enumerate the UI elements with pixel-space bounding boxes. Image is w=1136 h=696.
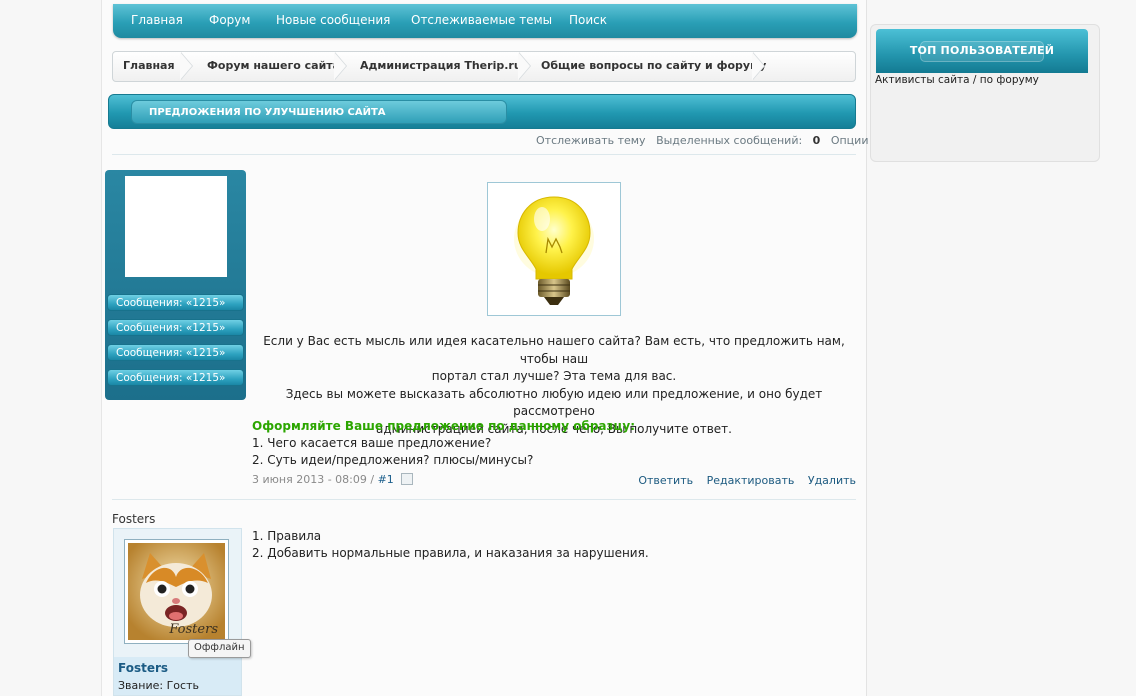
- post-meta: 3 июня 2013 - 08:09 / #1: [252, 473, 414, 486]
- post-author-panel: Сообщения: «1215» Сообщения: «1215» Сооб…: [105, 170, 246, 400]
- avatar[interactable]: [125, 176, 227, 277]
- reply-button[interactable]: Ответить: [638, 474, 693, 487]
- select-post-checkbox[interactable]: [401, 473, 414, 485]
- user-stat[interactable]: Сообщения: «1215»: [107, 294, 244, 311]
- template-heading: Оформляйте Ваше предложение по данному о…: [252, 419, 636, 433]
- nav-followed-topics[interactable]: Отслеживаемые темы: [411, 13, 552, 27]
- topic-header: ПРЕДЛОЖЕНИЯ ПО УЛУЧШЕНИЮ САЙТА: [108, 94, 856, 129]
- left-margin: [0, 0, 102, 696]
- post-number-link[interactable]: #1: [378, 473, 394, 486]
- nav-home[interactable]: Главная: [131, 13, 183, 27]
- breadcrumb-separator: [334, 52, 349, 81]
- post-date: 3 июня 2013 - 08:09 /: [252, 473, 375, 486]
- selected-messages-label: Выделенных сообщений:: [656, 134, 803, 147]
- avatar-caption: Fosters: [169, 622, 218, 637]
- selected-messages[interactable]: Выделенных сообщений: 0: [656, 134, 820, 147]
- topic-title: ПРЕДЛОЖЕНИЯ ПО УЛУЧШЕНИЮ САЙТА: [149, 107, 386, 118]
- breadcrumb-administration[interactable]: Администрация Therip.ru: [360, 59, 522, 72]
- post-text-line: портал стал лучше? Эта тема для вас.: [431, 369, 677, 383]
- lightbulb-image: [487, 182, 621, 316]
- username-link[interactable]: Fosters: [118, 661, 168, 675]
- template-item: 2. Суть идеи/предложения? плюсы/минусы?: [252, 453, 534, 467]
- top-users-tabs[interactable]: Активисты сайта / по форуму: [875, 74, 1039, 86]
- top-users-title: ТОП ПОЛЬЗОВАТЕЛЕЙ: [909, 44, 1055, 57]
- top-users-header: ТОП ПОЛЬЗОВАТЕЛЕЙ: [876, 29, 1088, 73]
- edit-button[interactable]: Редактировать: [707, 474, 795, 487]
- post-text-line: 2. Добавить нормальные правила, и наказа…: [252, 546, 649, 560]
- post-actions: Ответить Редактировать Удалить: [628, 474, 856, 487]
- username-bar: Fosters Звание: Гость: [114, 657, 241, 695]
- post-text-line: Здесь вы можете высказать абсолютно любу…: [285, 386, 823, 419]
- selected-messages-count: 0: [812, 134, 821, 147]
- nav-new-messages[interactable]: Новые сообщения: [276, 13, 390, 27]
- post-text-line: Если у Вас есть мысль или идея касательн…: [263, 334, 845, 366]
- nav-search[interactable]: Поиск: [569, 13, 607, 27]
- breadcrumb-separator: [180, 52, 195, 81]
- user-stat[interactable]: Сообщения: «1215»: [107, 344, 244, 361]
- thread-tools: Отслеживать тему Выделенных сообщений: 0…: [536, 134, 902, 148]
- breadcrumb-separator: [518, 52, 533, 81]
- breadcrumb-separator: [752, 52, 767, 81]
- user-stat[interactable]: Сообщения: «1215»: [107, 319, 244, 336]
- user-stat[interactable]: Сообщения: «1215»: [107, 369, 244, 386]
- post-author-panel: Fosters Fosters Звание: Гость: [113, 528, 242, 696]
- nav-forum[interactable]: Форум: [209, 13, 250, 27]
- offline-status-tooltip: Оффлайн: [188, 639, 251, 658]
- template-item: 1. Чего касается ваше предложение?: [252, 436, 492, 450]
- divider: [112, 154, 856, 155]
- breadcrumb-forum[interactable]: Форум нашего сайта: [207, 59, 340, 72]
- follow-topic-link[interactable]: Отслеживать тему: [536, 134, 646, 147]
- divider: [112, 499, 856, 500]
- post-text-line: 1. Правила: [252, 529, 322, 543]
- post-author-header: Fosters: [112, 512, 156, 526]
- user-rank: Звание: Гость: [118, 679, 199, 692]
- delete-button[interactable]: Удалить: [808, 474, 856, 487]
- breadcrumb: Главная Форум нашего сайта Администрация…: [112, 51, 856, 82]
- breadcrumb-home[interactable]: Главная: [123, 59, 175, 72]
- topic-title-pill: ПРЕДЛОЖЕНИЯ ПО УЛУЧШЕНИЮ САЙТА: [131, 100, 507, 124]
- breadcrumb-general-questions[interactable]: Общие вопросы по сайту и форуму: [541, 59, 766, 72]
- top-navigation: Главная Форум Новые сообщения Отслеживае…: [113, 4, 857, 38]
- avatar[interactable]: Fosters: [124, 539, 229, 644]
- top-users-block: ТОП ПОЛЬЗОВАТЕЛЕЙ Активисты сайта / по ф…: [870, 24, 1100, 162]
- lightbulb-icon: [514, 196, 594, 305]
